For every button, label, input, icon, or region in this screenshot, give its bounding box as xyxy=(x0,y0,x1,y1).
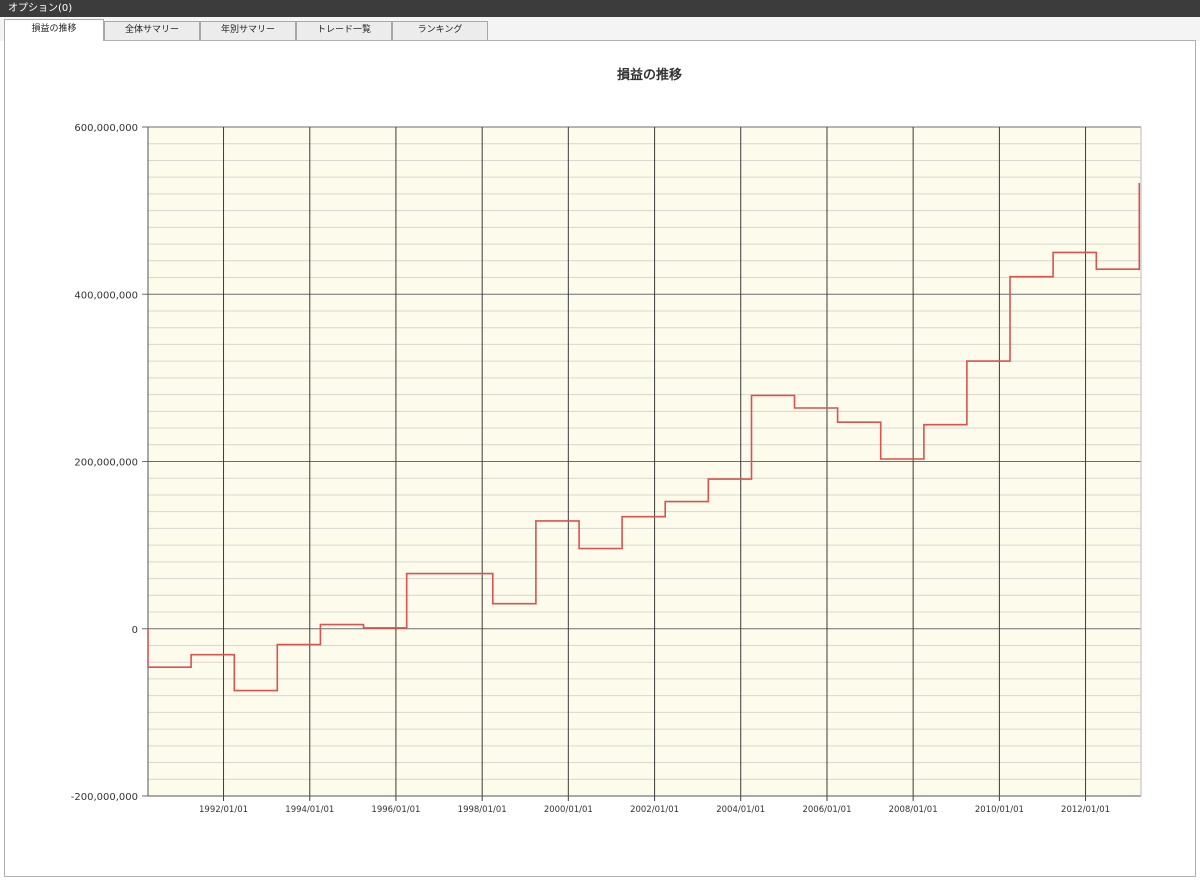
x-tick-label: 1998/01/01 xyxy=(458,805,507,815)
tab-profit-transition[interactable]: 損益の推移 xyxy=(4,19,104,41)
y-tick-label: 0 xyxy=(132,625,138,636)
x-tick-label: 2002/01/01 xyxy=(630,805,679,815)
y-tick-label: 200,000,000 xyxy=(74,458,138,469)
y-tick-label: 600,000,000 xyxy=(74,123,138,134)
window-titlebar: オプション(0) xyxy=(0,0,1200,17)
y-tick-label: 400,000,000 xyxy=(74,290,138,301)
x-tick-label: 2004/01/01 xyxy=(716,805,765,815)
x-tick-label: 1996/01/01 xyxy=(371,805,420,815)
x-tick-label: 2012/01/01 xyxy=(1061,805,1110,815)
x-tick-label: 2010/01/01 xyxy=(975,805,1024,815)
x-tick-label: 2006/01/01 xyxy=(802,805,851,815)
profit-chart: 損益の推移 -200,000,000 0 200,000,000 400,000,000… xyxy=(71,67,1142,815)
x-tick-label: 1994/01/01 xyxy=(285,805,334,815)
y-tick-label: -200,000,000 xyxy=(71,792,138,803)
tab-trade-list[interactable]: トレード一覧 xyxy=(296,21,392,40)
window-title: オプション(0) xyxy=(8,3,73,14)
tab-overall-summary[interactable]: 全体サマリー xyxy=(104,21,200,40)
chart-title: 損益の推移 xyxy=(617,67,682,83)
chart-panel: 損益の推移 -200,000,000 0 200,000,000 400,000,000… xyxy=(4,40,1196,877)
x-tick-label: 2000/01/01 xyxy=(544,805,593,815)
x-tick-label: 1992/01/01 xyxy=(199,805,248,815)
tab-bar: 損益の推移 全体サマリー 年別サマリー トレード一覧 ランキング xyxy=(0,17,1200,41)
tab-ranking[interactable]: ランキング xyxy=(392,21,488,40)
x-tick-label: 2008/01/01 xyxy=(889,805,938,815)
tab-yearly-summary[interactable]: 年別サマリー xyxy=(200,21,296,40)
